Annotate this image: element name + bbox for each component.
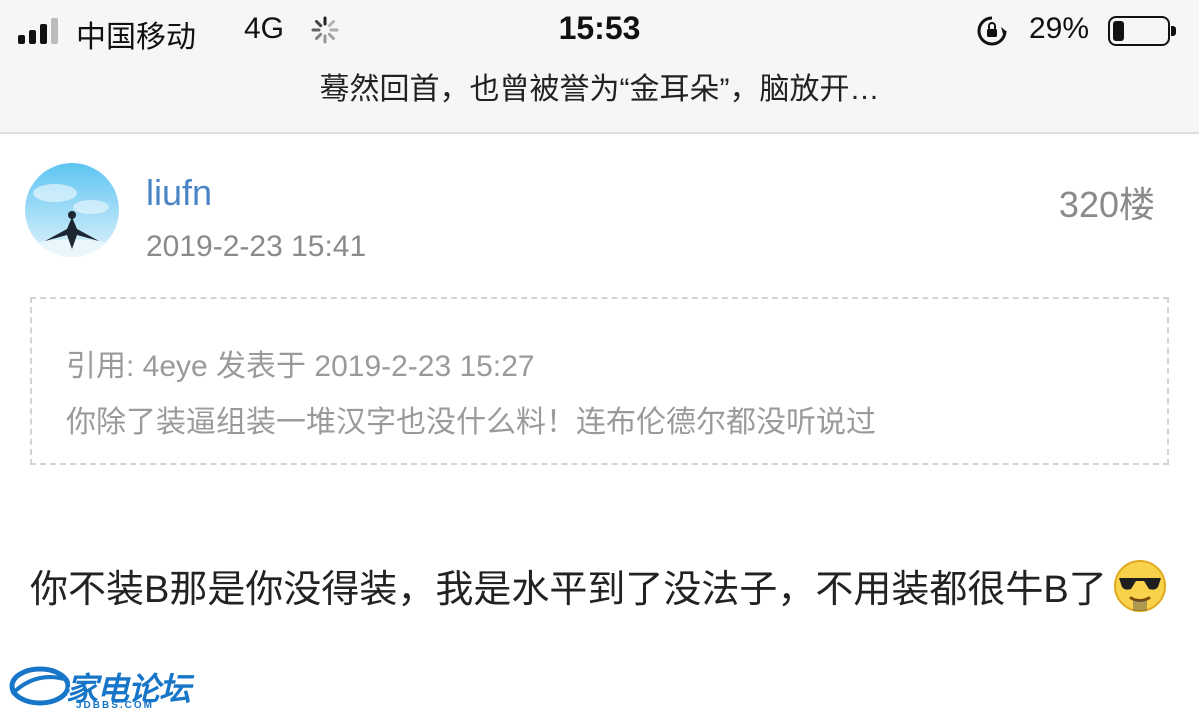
quote-header: 引用: 4eye 发表于 2019-2-23 15:27 [66, 350, 535, 383]
floor-number: 320楼 [1058, 184, 1155, 225]
battery-percent: 29% [1029, 12, 1090, 45]
avatar[interactable] [25, 163, 119, 257]
site-watermark: 家电论坛 JDBBS.COM [6, 664, 206, 714]
quote-block: 引用: 4eye 发表于 2019-2-23 15:27 你除了装逼组装一堆汉字… [30, 297, 1169, 465]
post-content: 你不装B那是你没得装，我是水平到了没法子，不用装都很牛B了 [30, 556, 1170, 620]
username-link[interactable]: liufn [146, 172, 212, 214]
post-timestamp: 2019-2-23 15:41 [146, 230, 367, 263]
top-bar: 中国移动 4G 15:53 29% 蓦然回首，也曾被誉为“金耳朵”，脑放开… [0, 0, 1199, 134]
rotation-lock-icon [977, 16, 1007, 46]
cool-emoji-icon [1113, 560, 1166, 612]
site-logo-icon [8, 665, 72, 707]
watermark-subtext: JDBBS.COM [76, 700, 155, 711]
clock: 15:53 [558, 10, 641, 46]
post-content-text: 你不装B那是你没得装，我是水平到了没法子，不用装都很牛B了 [30, 569, 1107, 611]
page-title: 蓦然回首，也曾被誉为“金耳朵”，脑放开… [319, 73, 880, 106]
status-bar: 中国移动 4G 15:53 29% [0, 0, 1199, 62]
battery-icon [1108, 16, 1176, 46]
quote-text: 你除了装逼组装一堆汉字也没什么料！连布伦德尔都没听说过 [66, 406, 876, 439]
